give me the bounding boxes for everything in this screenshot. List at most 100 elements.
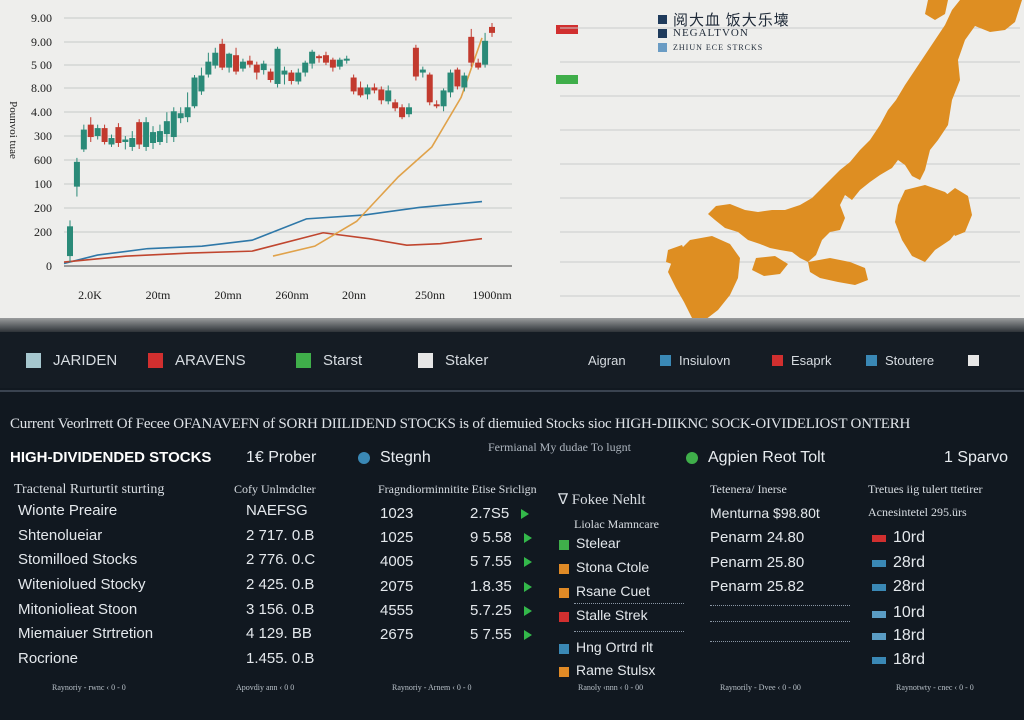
map-legend-line: NEGALTVON xyxy=(673,27,749,39)
y-tick-label: 200 xyxy=(34,225,52,239)
y-tick-label: 200 xyxy=(34,201,52,215)
header-prober[interactable]: 1€ Prober xyxy=(246,449,316,467)
candle-body xyxy=(67,226,73,257)
header-stegnh[interactable]: Stegnh xyxy=(358,449,431,467)
stock-name[interactable]: Stomilloed Stocks xyxy=(18,551,137,568)
candle-body xyxy=(336,59,343,67)
rank-swatch xyxy=(872,535,886,542)
candle-body xyxy=(198,75,205,92)
category-swatch xyxy=(559,644,569,654)
candle-body xyxy=(129,138,136,147)
dotted-separator xyxy=(574,631,684,632)
stock-name[interactable]: Mitoniolieat Stoon xyxy=(18,601,137,618)
category-label[interactable]: Hng Ortrd rlt xyxy=(576,639,653,655)
legend-item-staker[interactable]: Staker xyxy=(418,352,488,369)
candle-body xyxy=(461,75,468,88)
pagination-footer[interactable]: Raynotwty - cnec ‹ 0 - 0 xyxy=(896,683,974,692)
y-tick-label: 100 xyxy=(34,177,52,191)
price-value: 2.7S5 xyxy=(470,505,530,522)
stock-name[interactable]: Wionte Preaire xyxy=(18,502,117,519)
candle-body xyxy=(233,55,240,72)
legend-bar: JARIDEN ARAVENS Starst Staker Aigran Ins… xyxy=(0,332,1024,388)
x-tick-label: 1900nm xyxy=(472,288,512,302)
candle-body xyxy=(316,56,323,59)
rank-swatch xyxy=(872,657,886,664)
category-label[interactable]: Stona Ctole xyxy=(576,559,649,575)
candle-body xyxy=(468,36,475,63)
legend-swatch xyxy=(296,352,311,368)
candle-body xyxy=(177,113,184,119)
legend-label: Esaprk xyxy=(791,352,832,368)
header-sparvo[interactable]: 1 Sparvo xyxy=(944,449,1008,467)
up-arrow-icon xyxy=(523,582,532,593)
volume-value: 1025 xyxy=(380,529,414,546)
momentum-value: Penarm 25.82 xyxy=(710,578,805,595)
legend-item-starst[interactable]: Starst xyxy=(296,352,362,369)
legend-item-jariden[interactable]: JARIDEN xyxy=(26,352,117,369)
column-header-code[interactable]: Cofy Unlmdclter xyxy=(234,482,316,497)
legend-item-stoutere[interactable]: Stoutere xyxy=(866,353,934,368)
category-swatch xyxy=(559,667,569,677)
candle-body xyxy=(239,61,246,69)
stock-name[interactable]: Shtenolueiar xyxy=(18,527,102,544)
section-divider xyxy=(0,390,1024,392)
pagination-footer[interactable]: Raynoriy - rwnc ‹ 0 - 0 xyxy=(52,683,126,692)
column-header-rank[interactable]: Tretues iig tulert ttetirer xyxy=(868,482,983,497)
up-arrow-icon xyxy=(523,557,532,568)
legend-item-esaprk[interactable]: Esaprk xyxy=(772,353,831,368)
legend-item-aigran[interactable]: Aigran xyxy=(588,353,626,368)
table-title: HIGH-DIVIDENDED STOCKS xyxy=(10,449,212,466)
category-label[interactable]: Rsane Cuet xyxy=(576,583,650,599)
dotted-separator xyxy=(710,641,850,642)
category-label[interactable]: Stalle Strek xyxy=(576,607,648,623)
volume-value: 2075 xyxy=(380,578,414,595)
dotted-separator xyxy=(574,603,684,604)
header-agpien[interactable]: Agpien Reot Tolt xyxy=(686,449,825,467)
candle-body xyxy=(80,129,87,150)
price-text: 2.7S5 xyxy=(470,505,510,522)
legend-swatch xyxy=(772,354,783,366)
rank-value: 10rd xyxy=(893,604,926,621)
legend-item-aravens[interactable]: ARAVENS xyxy=(148,352,246,369)
category-label[interactable]: Stelear xyxy=(576,535,620,551)
pagination-footer[interactable]: Ranoly ‹nnn ‹ 0 - 00 xyxy=(578,683,643,692)
column-header-volume[interactable]: Fragndiorminnitite Etise Sriclign xyxy=(378,482,537,497)
pagination-footer[interactable]: Apovdiy ann ‹ 0 0 xyxy=(236,683,294,692)
legend-item-blank[interactable] xyxy=(968,354,979,366)
column-header-category[interactable]: ∇ Fokee Nehlt xyxy=(558,490,646,509)
up-arrow-icon xyxy=(523,606,532,617)
y-tick-label: 300 xyxy=(34,129,52,143)
category-swatch xyxy=(559,540,569,550)
pagination-footer[interactable]: Raynorily - Dvee ‹ 0 - 00 xyxy=(720,683,801,692)
column-subheader-rank: Acnesintetel 295.ürs xyxy=(868,505,967,519)
price-text: 9 5.58 xyxy=(470,529,512,546)
legend-item-insiulovn[interactable]: Insiulovn xyxy=(660,353,730,368)
dotted-separator xyxy=(710,605,850,606)
category-label[interactable]: Rame Stulsx xyxy=(576,662,655,678)
legend-swatch xyxy=(968,354,979,366)
pagination-footer[interactable]: Raynoriy - Arnem ‹ 0 - 0 xyxy=(392,683,472,692)
y-tick-label: 600 xyxy=(34,153,52,167)
map-legend-square xyxy=(658,42,667,52)
candle-body xyxy=(350,77,357,92)
up-arrow-icon xyxy=(523,630,532,641)
candle-body xyxy=(392,102,399,109)
rank-swatch xyxy=(872,633,886,640)
up-arrow-icon xyxy=(521,509,530,520)
price-value: 1.8.35 xyxy=(470,578,532,595)
x-tick-label: 20tm xyxy=(146,288,171,302)
legend-label: JARIDEN xyxy=(53,351,118,369)
candle-body xyxy=(433,104,440,107)
candle-body xyxy=(191,77,198,107)
stock-name[interactable]: Rocrione xyxy=(18,650,78,667)
dotted-separator xyxy=(710,621,850,622)
stock-name[interactable]: Witeniolued Stocky xyxy=(18,576,146,593)
stock-name[interactable]: Miemaiuer Strtretion xyxy=(18,625,153,642)
price-value: 5 7.55 xyxy=(470,553,532,570)
column-header-momentum[interactable]: Tetenera/ Inerse xyxy=(710,482,787,497)
header-label: 1€ Prober xyxy=(246,449,317,466)
stock-code: 3 156. 0.B xyxy=(246,601,315,618)
column-header-stock[interactable]: Tractenal Rurturtit sturting xyxy=(14,482,164,498)
candle-body xyxy=(267,71,274,80)
candle-body xyxy=(295,72,302,82)
